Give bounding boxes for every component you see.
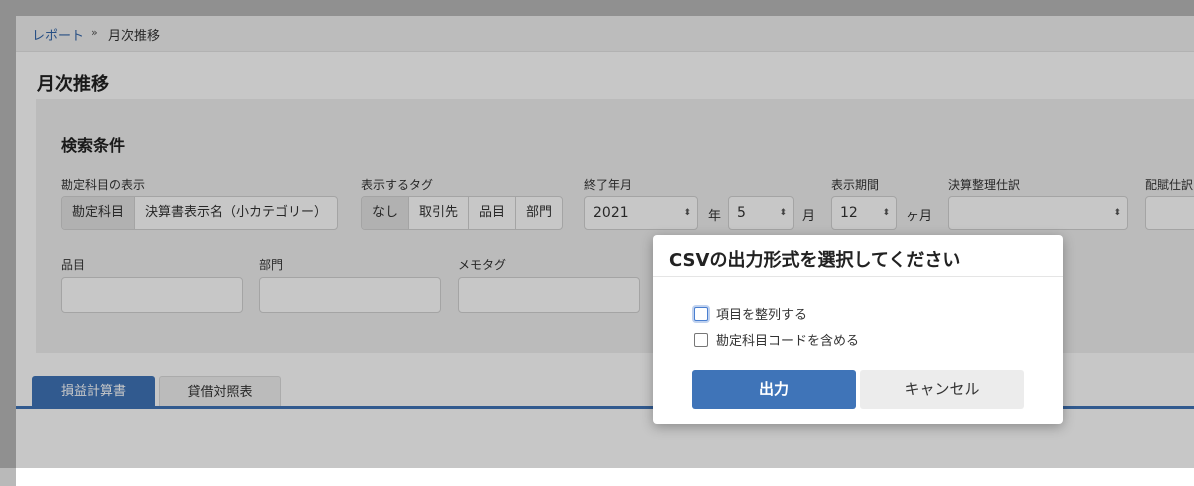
align-items-checkbox[interactable] xyxy=(694,306,708,321)
include-account-code-checkbox[interactable] xyxy=(694,332,708,347)
dialog-title: CSVの出力形式を選択してください xyxy=(669,250,961,271)
csv-format-dialog: CSVの出力形式を選択してください 項目を整列する 勘定科目コードを含める 出力… xyxy=(653,235,1063,424)
align-items-option[interactable]: 項目を整列する xyxy=(694,304,807,323)
include-account-code-label[interactable]: 勘定科目コードを含める xyxy=(716,330,859,349)
cancel-button[interactable]: キャンセル xyxy=(860,370,1024,409)
output-button[interactable]: 出力 xyxy=(692,370,856,409)
dialog-divider xyxy=(653,276,1063,277)
include-account-code-option[interactable]: 勘定科目コードを含める xyxy=(694,330,859,349)
align-items-label[interactable]: 項目を整列する xyxy=(716,304,807,323)
